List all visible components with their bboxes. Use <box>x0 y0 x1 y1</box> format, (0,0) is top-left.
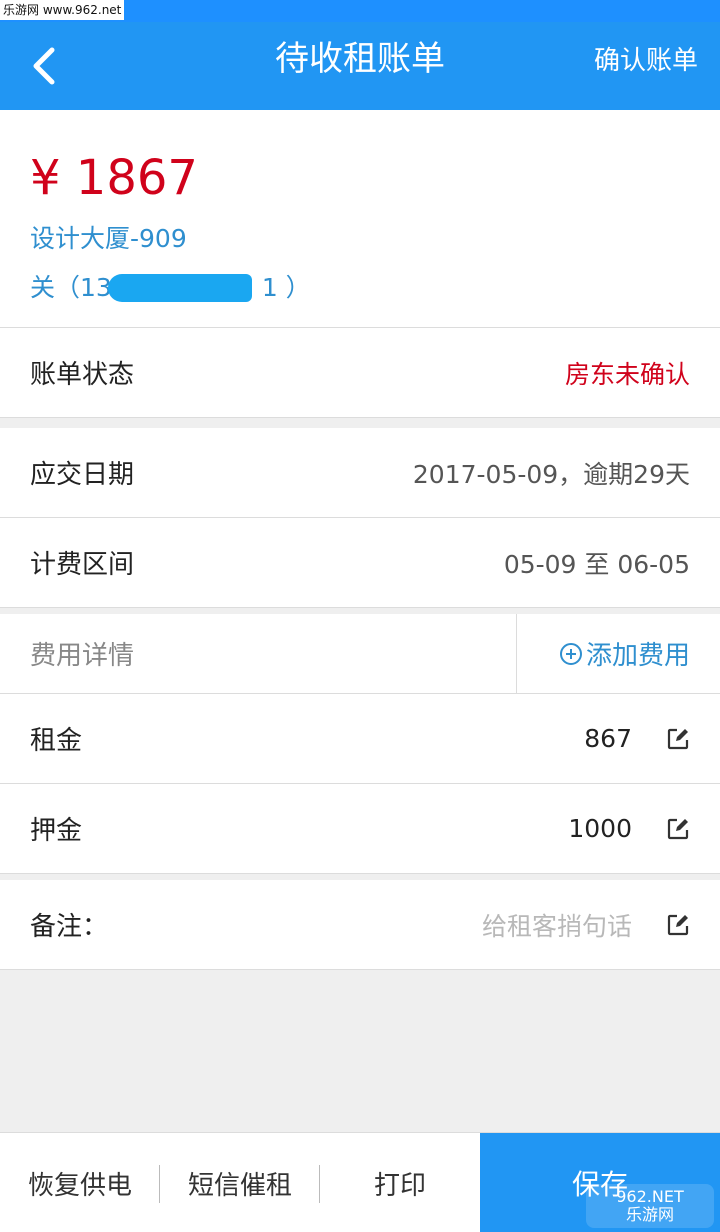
fee-row-rent[interactable]: 租金 867 <box>0 694 720 784</box>
redaction-mark <box>108 274 252 302</box>
plus-circle-icon <box>559 642 582 665</box>
note-placeholder: 给租客捎句话 <box>481 911 632 941</box>
tenant-suffix: 1 ） <box>261 273 311 302</box>
fee-name: 押金 <box>30 816 83 846</box>
logo-line-1: 962.NET <box>616 1187 684 1206</box>
bill-status-row: 账单状态 房东未确认 <box>0 328 720 418</box>
fee-amount: 867 <box>584 724 632 753</box>
billing-period-label: 计费区间 <box>30 550 135 580</box>
fee-details-label: 费用详情 <box>30 641 135 671</box>
bottom-action-bar: 恢复供电 短信催租 打印 保存 962.NET 乐游网 <box>0 1132 720 1232</box>
add-fee-button[interactable]: 添加费用 <box>516 613 720 694</box>
chevron-left-icon <box>33 47 55 85</box>
edit-icon[interactable] <box>666 727 690 751</box>
total-amount: ¥ 1867 <box>30 150 198 206</box>
site-logo-watermark: 962.NET 乐游网 <box>586 1184 714 1228</box>
watermark-text: 乐游网 www.962.net <box>0 0 125 20</box>
bill-status-label: 账单状态 <box>30 360 135 390</box>
due-date-label: 应交日期 <box>30 460 135 490</box>
note-row[interactable]: 备注： 给租客捎句话 <box>0 880 720 970</box>
sms-reminder-button[interactable]: 短信催租 <box>160 1133 320 1232</box>
due-date-value: 2017-05-09，逾期29天 <box>412 459 690 489</box>
logo-line-2: 乐游网 <box>625 1205 674 1224</box>
due-date-row: 应交日期 2017-05-09，逾期29天 <box>0 428 720 518</box>
billing-period-row: 计费区间 05-09 至 06-05 <box>0 518 720 608</box>
bill-summary: ¥ 1867 设计大厦-909 关（13 1 ） <box>0 110 720 328</box>
back-button[interactable] <box>14 36 74 96</box>
edit-icon[interactable] <box>666 817 690 841</box>
fee-name: 租金 <box>30 726 83 756</box>
add-fee-label: 添加费用 <box>585 641 690 671</box>
confirm-bill-button[interactable]: 确认账单 <box>594 22 698 100</box>
note-label: 备注： <box>30 912 109 942</box>
bill-status-value: 房东未确认 <box>564 359 690 389</box>
print-button[interactable]: 打印 <box>320 1133 480 1232</box>
restore-power-button[interactable]: 恢复供电 <box>0 1133 160 1232</box>
edit-icon[interactable] <box>666 913 690 937</box>
top-app-bar: 待收租账单 确认账单 <box>0 22 720 110</box>
billing-period-value: 05-09 至 06-05 <box>503 549 690 579</box>
fee-details-header: 费用详情 添加费用 <box>0 613 720 694</box>
property-link[interactable]: 设计大厦-909 <box>30 223 187 255</box>
tenant-prefix: 关（13 <box>30 273 112 302</box>
fee-amount: 1000 <box>568 814 632 843</box>
fee-row-deposit[interactable]: 押金 1000 <box>0 784 720 874</box>
